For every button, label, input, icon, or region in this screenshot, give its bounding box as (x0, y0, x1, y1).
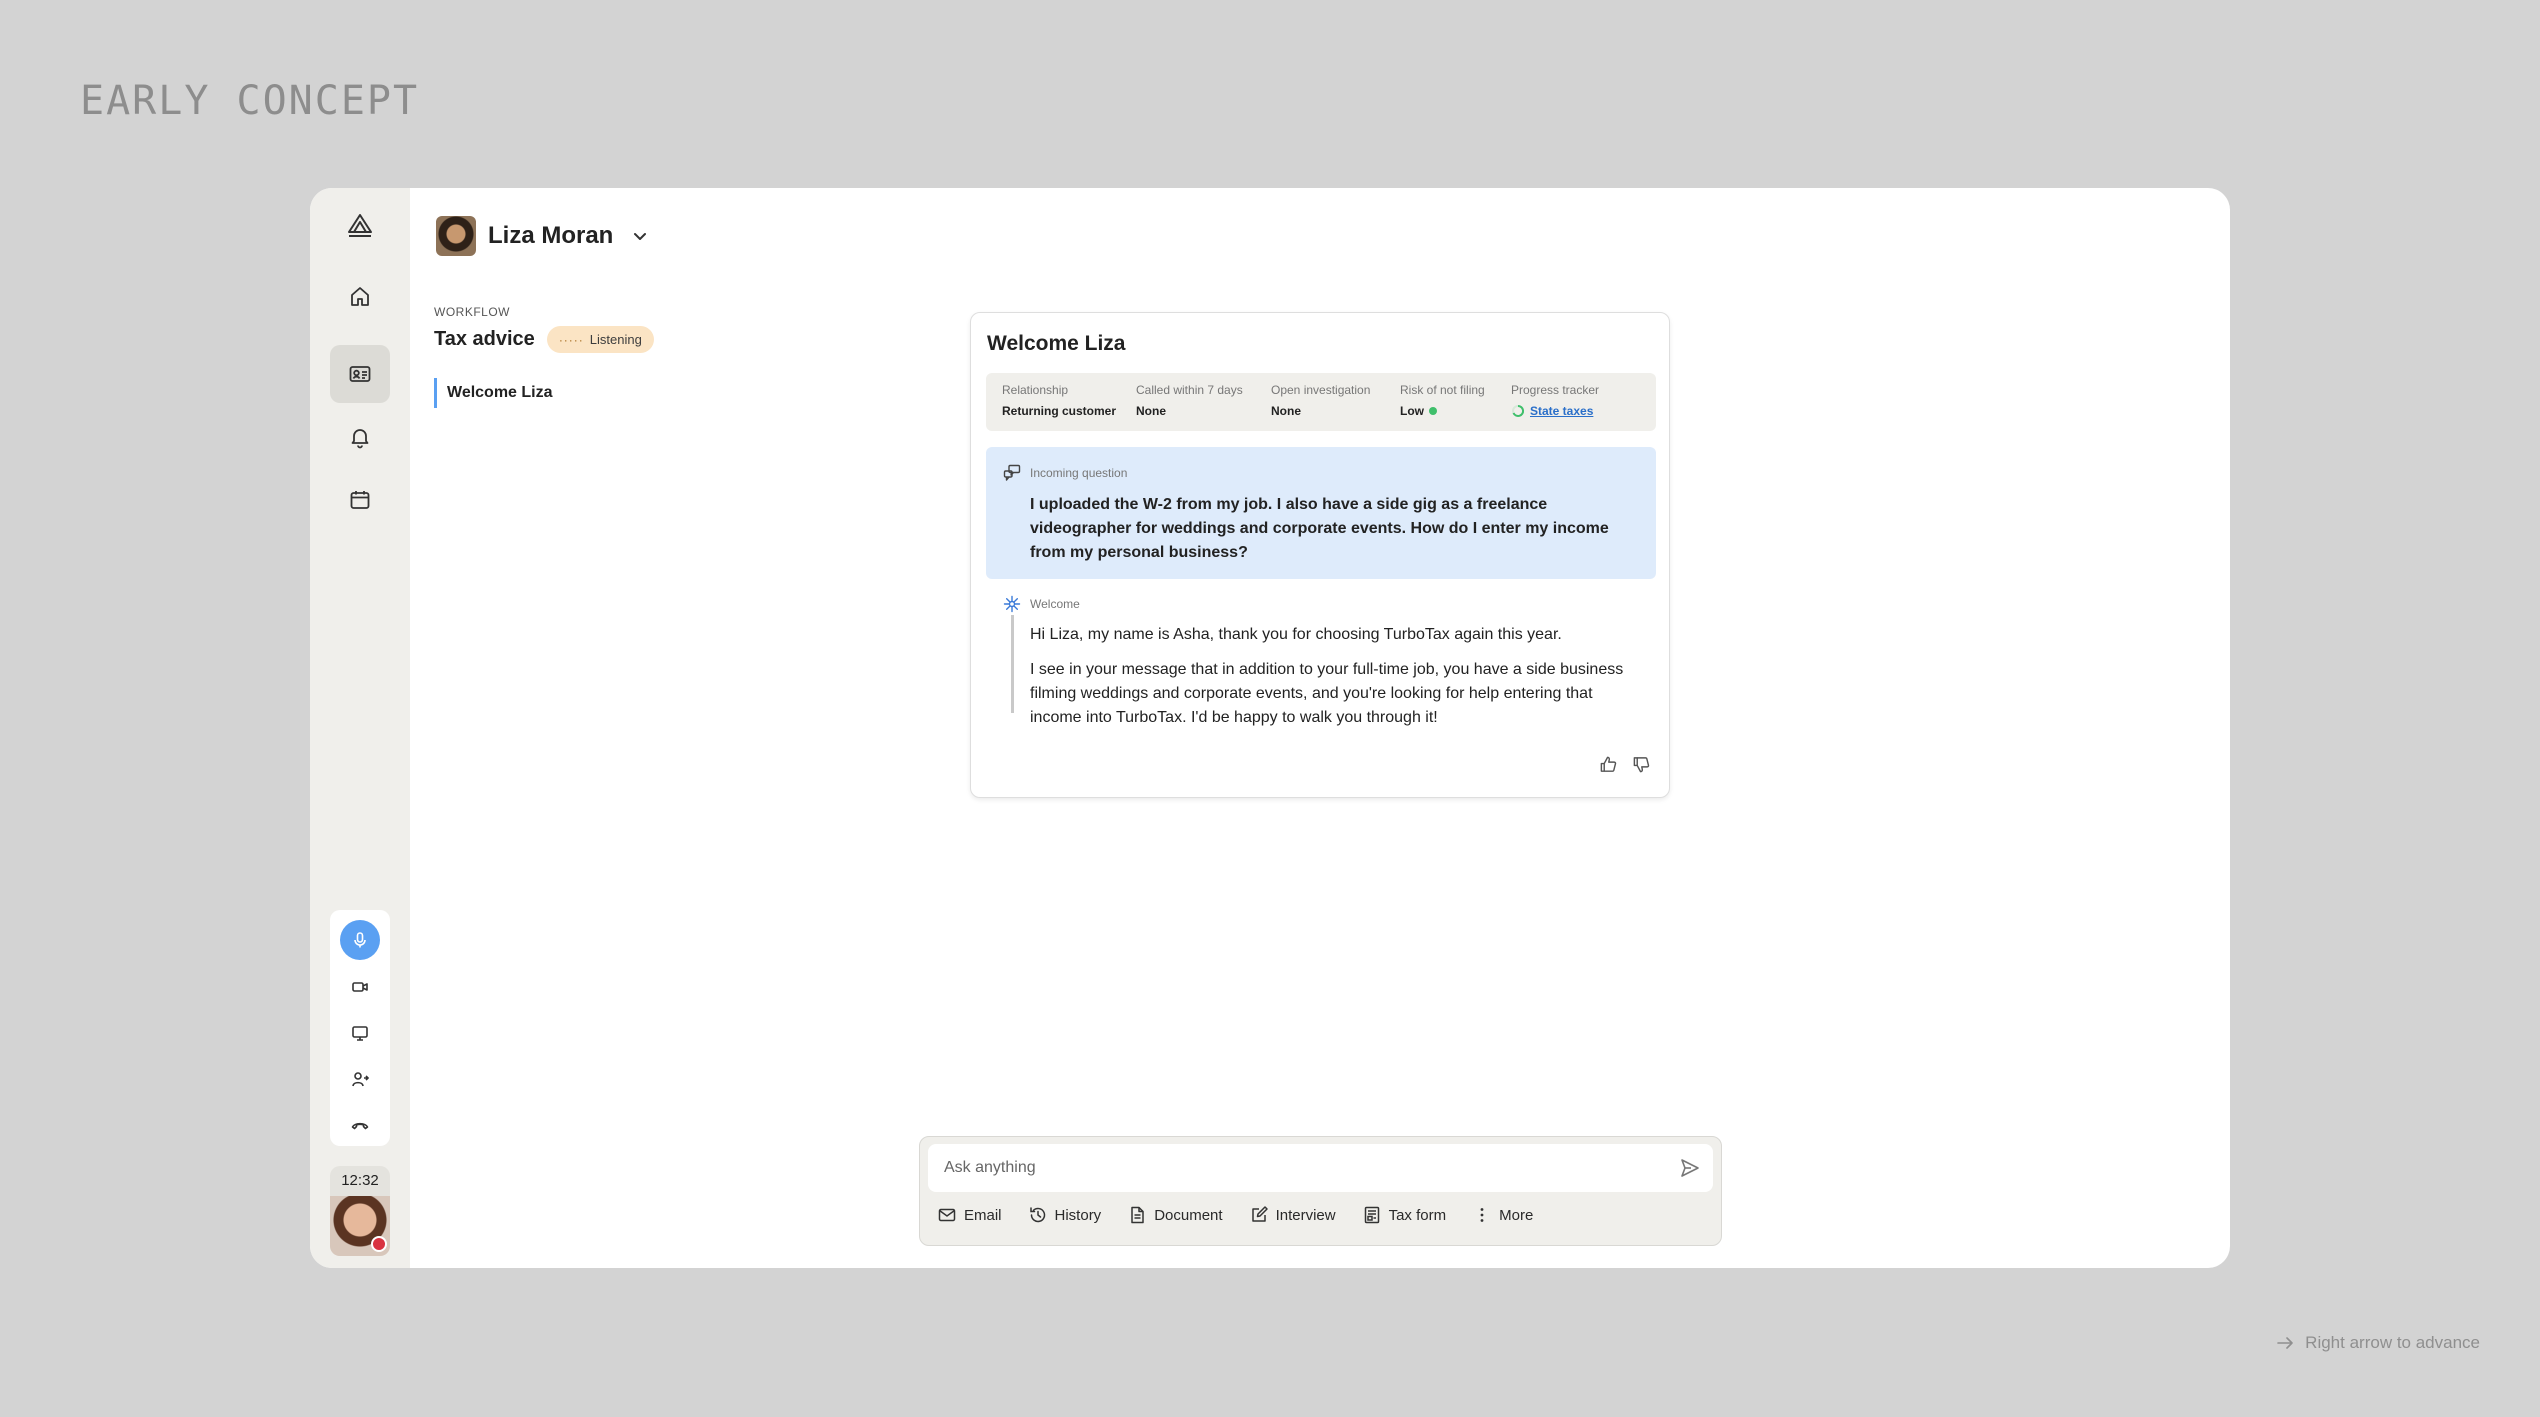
email-tool-label: Email (964, 1206, 1002, 1224)
video-icon (352, 982, 368, 992)
calendar-icon (350, 491, 370, 509)
workflow-label: WORKFLOW (434, 305, 510, 319)
tax-form-tool-label: Tax form (1388, 1206, 1447, 1224)
nav-home-button[interactable] (330, 268, 390, 326)
sparkle-icon (1003, 595, 1021, 613)
app-logo-icon[interactable] (345, 210, 375, 240)
risk-low-indicator (1429, 407, 1437, 415)
mail-icon (938, 1208, 956, 1222)
fact-risk-of-not-filing: Risk of not filing Low (1400, 383, 1485, 418)
card-title: Welcome Liza (987, 332, 1126, 355)
response-paragraph-1: Hi Liza, my name is Asha, thank you for … (1030, 626, 1562, 643)
listening-badge: ····· Listening (546, 326, 654, 353)
welcome-card: Welcome Liza Relationship Returning cust… (970, 312, 1670, 798)
fact-called-within-7-days: Called within 7 days None (1136, 383, 1243, 418)
nav-calendar-button[interactable] (330, 471, 390, 529)
microphone-icon (354, 932, 366, 948)
customer-facts: Relationship Returning customer Called w… (986, 373, 1656, 431)
tax-form-tool-button[interactable]: Tax form (1362, 1205, 1447, 1225)
question-label: Incoming question (1030, 466, 1128, 480)
workflow-header: Tax advice ····· Listening (434, 326, 654, 353)
customer-avatar (436, 216, 476, 256)
composer: Email History Document Interview Tax for… (919, 1136, 1722, 1246)
incoming-question: Incoming question I uploaded the W-2 fro… (986, 447, 1656, 579)
response-paragraph-2: I see in your message that in addition t… (1030, 661, 1624, 726)
more-tool-label: More (1499, 1206, 1534, 1224)
transfer-user-icon (352, 1072, 370, 1087)
advance-hint: Right arrow to advance (2275, 1333, 2480, 1353)
tax-form-icon (1364, 1206, 1379, 1224)
nav-rail: 12:32 (310, 188, 410, 1268)
thumbs-down-icon[interactable] (1632, 755, 1651, 774)
hang-up-icon (351, 1122, 369, 1130)
suggested-response: Hi Liza, my name is Asha, thank you for … (1011, 615, 1631, 726)
composer-tools: Email History Document Interview Tax for… (937, 1205, 1533, 1225)
chevron-down-icon (634, 233, 647, 240)
interview-tool-label: Interview (1275, 1206, 1336, 1224)
document-tool-label: Document (1154, 1206, 1223, 1224)
document-icon (1131, 1206, 1144, 1224)
chat-question-icon (1003, 464, 1021, 481)
question-text: I uploaded the W-2 from my job. I also h… (1030, 496, 1609, 561)
history-icon (1029, 1207, 1045, 1223)
feedback-controls (1599, 755, 1651, 774)
app-window: 12:32 Liza Moran WORKFLOW Tax advice ···… (310, 188, 2230, 1268)
nav-contact-card-button[interactable] (330, 345, 390, 403)
video-button[interactable] (340, 968, 380, 1006)
interview-icon (1251, 1206, 1268, 1222)
agent-status: 12:32 (330, 1166, 390, 1256)
more-vertical-icon (1480, 1208, 1484, 1222)
customer-name: Liza Moran (488, 222, 614, 249)
email-tool-button[interactable]: Email (937, 1205, 1002, 1225)
screen-share-button[interactable] (340, 1014, 380, 1052)
workflow-column: Liza Moran WORKFLOW Tax advice ····· Lis… (410, 188, 710, 1268)
bell-icon (351, 429, 369, 449)
transfer-user-button[interactable] (340, 1060, 380, 1098)
history-tool-label: History (1054, 1206, 1102, 1224)
home-icon (351, 287, 369, 306)
listening-dots-icon: ····· (558, 332, 584, 347)
fact-relationship: Relationship Returning customer (1002, 383, 1117, 418)
ask-anything-input[interactable] (928, 1144, 1713, 1192)
recording-indicator (371, 1236, 387, 1252)
workflow-step-welcome[interactable]: Welcome Liza (434, 378, 553, 408)
screen-share-icon (352, 1026, 368, 1041)
workflow-title: Tax advice (434, 328, 535, 350)
call-controls (330, 910, 390, 1146)
nav-notifications-button[interactable] (330, 408, 390, 466)
contact-card-icon (349, 366, 371, 382)
send-icon[interactable] (1679, 1157, 1701, 1179)
microphone-button[interactable] (340, 920, 380, 960)
response-label: Welcome (1030, 597, 1080, 611)
fact-progress-tracker: Progress tracker State taxes (1511, 383, 1600, 418)
state-taxes-link[interactable]: State taxes (1530, 404, 1593, 418)
document-tool-button[interactable]: Document (1127, 1205, 1223, 1225)
progress-ring-icon (1512, 404, 1525, 417)
thumbs-up-icon[interactable] (1599, 755, 1618, 774)
agent-clock: 12:32 (341, 1172, 379, 1189)
more-tool-button[interactable]: More (1472, 1205, 1533, 1225)
advance-hint-text: Right arrow to advance (2305, 1333, 2480, 1352)
listening-label: Listening (589, 332, 642, 347)
risk-value: Low (1400, 404, 1424, 418)
history-tool-button[interactable]: History (1028, 1205, 1102, 1225)
customer-selector[interactable]: Liza Moran (436, 216, 649, 256)
hang-up-button[interactable] (340, 1106, 380, 1144)
interview-tool-button[interactable]: Interview (1249, 1205, 1336, 1225)
early-concept-label: EARLY CONCEPT (80, 78, 420, 124)
fact-open-investigation: Open investigation None (1271, 383, 1371, 418)
arrow-right-icon (2277, 1337, 2293, 1349)
